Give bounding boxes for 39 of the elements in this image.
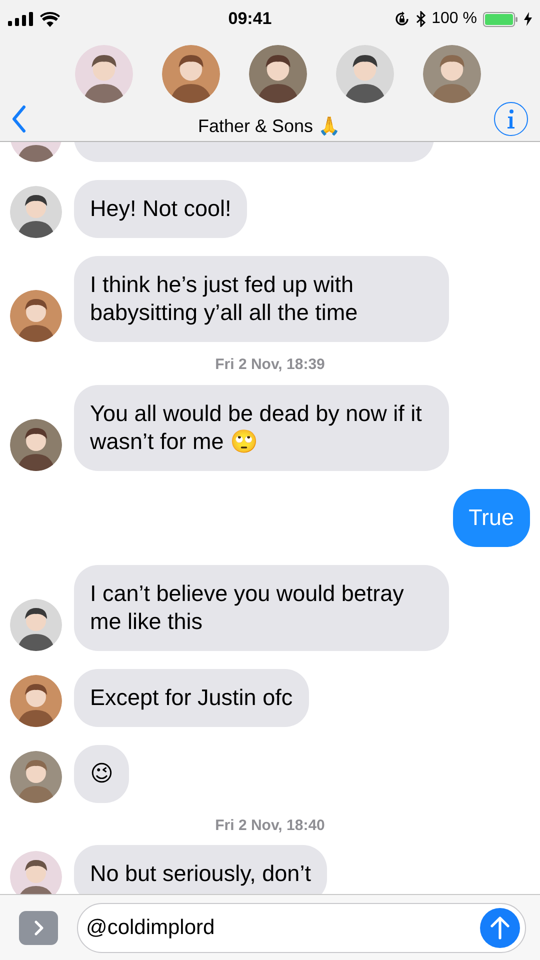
- message-bubble: True: [452, 488, 530, 546]
- back-chevron-icon: [12, 104, 26, 132]
- rotation-lock-icon: [394, 11, 410, 27]
- message-bubble: You all would be dead by now if it wasn’t for me 🙄: [74, 384, 449, 470]
- chevron-right-icon: [34, 920, 44, 936]
- avatar: [10, 598, 62, 650]
- send-button[interactable]: [480, 908, 520, 948]
- avatar: [10, 750, 62, 802]
- avatar: [162, 45, 220, 103]
- avatar: [423, 45, 481, 103]
- avatar: [10, 186, 62, 238]
- signal-icon: [8, 12, 34, 26]
- timestamp: Fri 2 Nov, 18:40: [215, 816, 325, 836]
- avatar: [10, 418, 62, 470]
- input-text: @coldimplord: [86, 914, 216, 941]
- message-input-field[interactable]: @coldimplord: [77, 902, 526, 952]
- avatar: [10, 290, 62, 342]
- battery-percent: 100 %: [432, 9, 477, 29]
- avatar: [249, 45, 307, 103]
- message-bubble: I think he’s just fed up with babysitting y’all all the time: [74, 256, 449, 342]
- info-button[interactable]: [494, 102, 528, 136]
- clock-time: 09:41: [228, 8, 272, 30]
- message-bubble: No but seriously, don’t: [74, 845, 327, 894]
- message-bubble: Hey! Not cool!: [74, 180, 248, 238]
- wifi-icon: [40, 12, 60, 26]
- info-icon: [507, 108, 515, 128]
- message-bubble: I can’t believe you would betray me like this: [74, 564, 449, 650]
- up-arrow-icon: [490, 916, 510, 940]
- battery-icon: [482, 12, 518, 26]
- avatar: [75, 45, 133, 103]
- charging-bolt-icon: [524, 12, 532, 26]
- apps-expand-button[interactable]: [19, 910, 58, 944]
- timestamp: Fri 2 Nov, 18:39: [215, 355, 325, 375]
- message-bubble: Except for Justin ofc: [74, 668, 309, 726]
- message-bubble: 😉: [74, 744, 130, 802]
- avatar: [10, 674, 62, 726]
- group-title[interactable]: Father & Sons 🙏: [198, 113, 340, 140]
- avatar: [336, 45, 394, 103]
- bluetooth-icon: [416, 11, 426, 27]
